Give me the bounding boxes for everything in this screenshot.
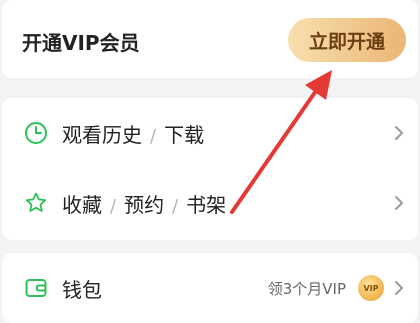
wallet-card: 钱包 领3个月VIP VIP <box>2 253 418 323</box>
reservations-link[interactable]: 预约 <box>124 193 164 217</box>
chevron-right-icon <box>395 281 403 295</box>
separator: / <box>172 195 179 217</box>
separator: / <box>110 195 117 217</box>
chevron-right-icon <box>395 196 403 210</box>
history-link[interactable]: 观看历史 <box>62 123 142 147</box>
open-vip-button[interactable]: 立即开通 <box>288 18 406 62</box>
favorites-label: 收藏 / 预约 / 书架 <box>62 189 226 218</box>
history-download-row[interactable]: 观看历史 / 下载 <box>2 98 418 168</box>
vip-card: 开通VIP会员 立即开通 <box>2 0 418 78</box>
star-icon <box>25 192 47 212</box>
favorites-link[interactable]: 收藏 <box>62 193 102 217</box>
vip-badge-icon: VIP <box>358 275 384 301</box>
separator: / <box>150 125 157 147</box>
wallet-icon <box>25 279 47 297</box>
vip-title: 开通VIP会员 <box>22 31 140 55</box>
clock-icon <box>25 122 47 144</box>
favorites-row[interactable]: 收藏 / 预约 / 书架 <box>2 168 418 238</box>
history-download-label: 观看历史 / 下载 <box>62 119 204 148</box>
chevron-right-icon <box>395 126 403 140</box>
history-favorites-card: 观看历史 / 下载 收藏 / 预约 / 书架 <box>2 98 418 240</box>
download-link[interactable]: 下载 <box>164 123 204 147</box>
wallet-label: 钱包 <box>62 277 102 302</box>
bookshelf-link[interactable]: 书架 <box>186 193 226 217</box>
wallet-row[interactable]: 钱包 领3个月VIP VIP <box>2 253 418 323</box>
wallet-promo-text: 领3个月VIP <box>267 279 346 298</box>
